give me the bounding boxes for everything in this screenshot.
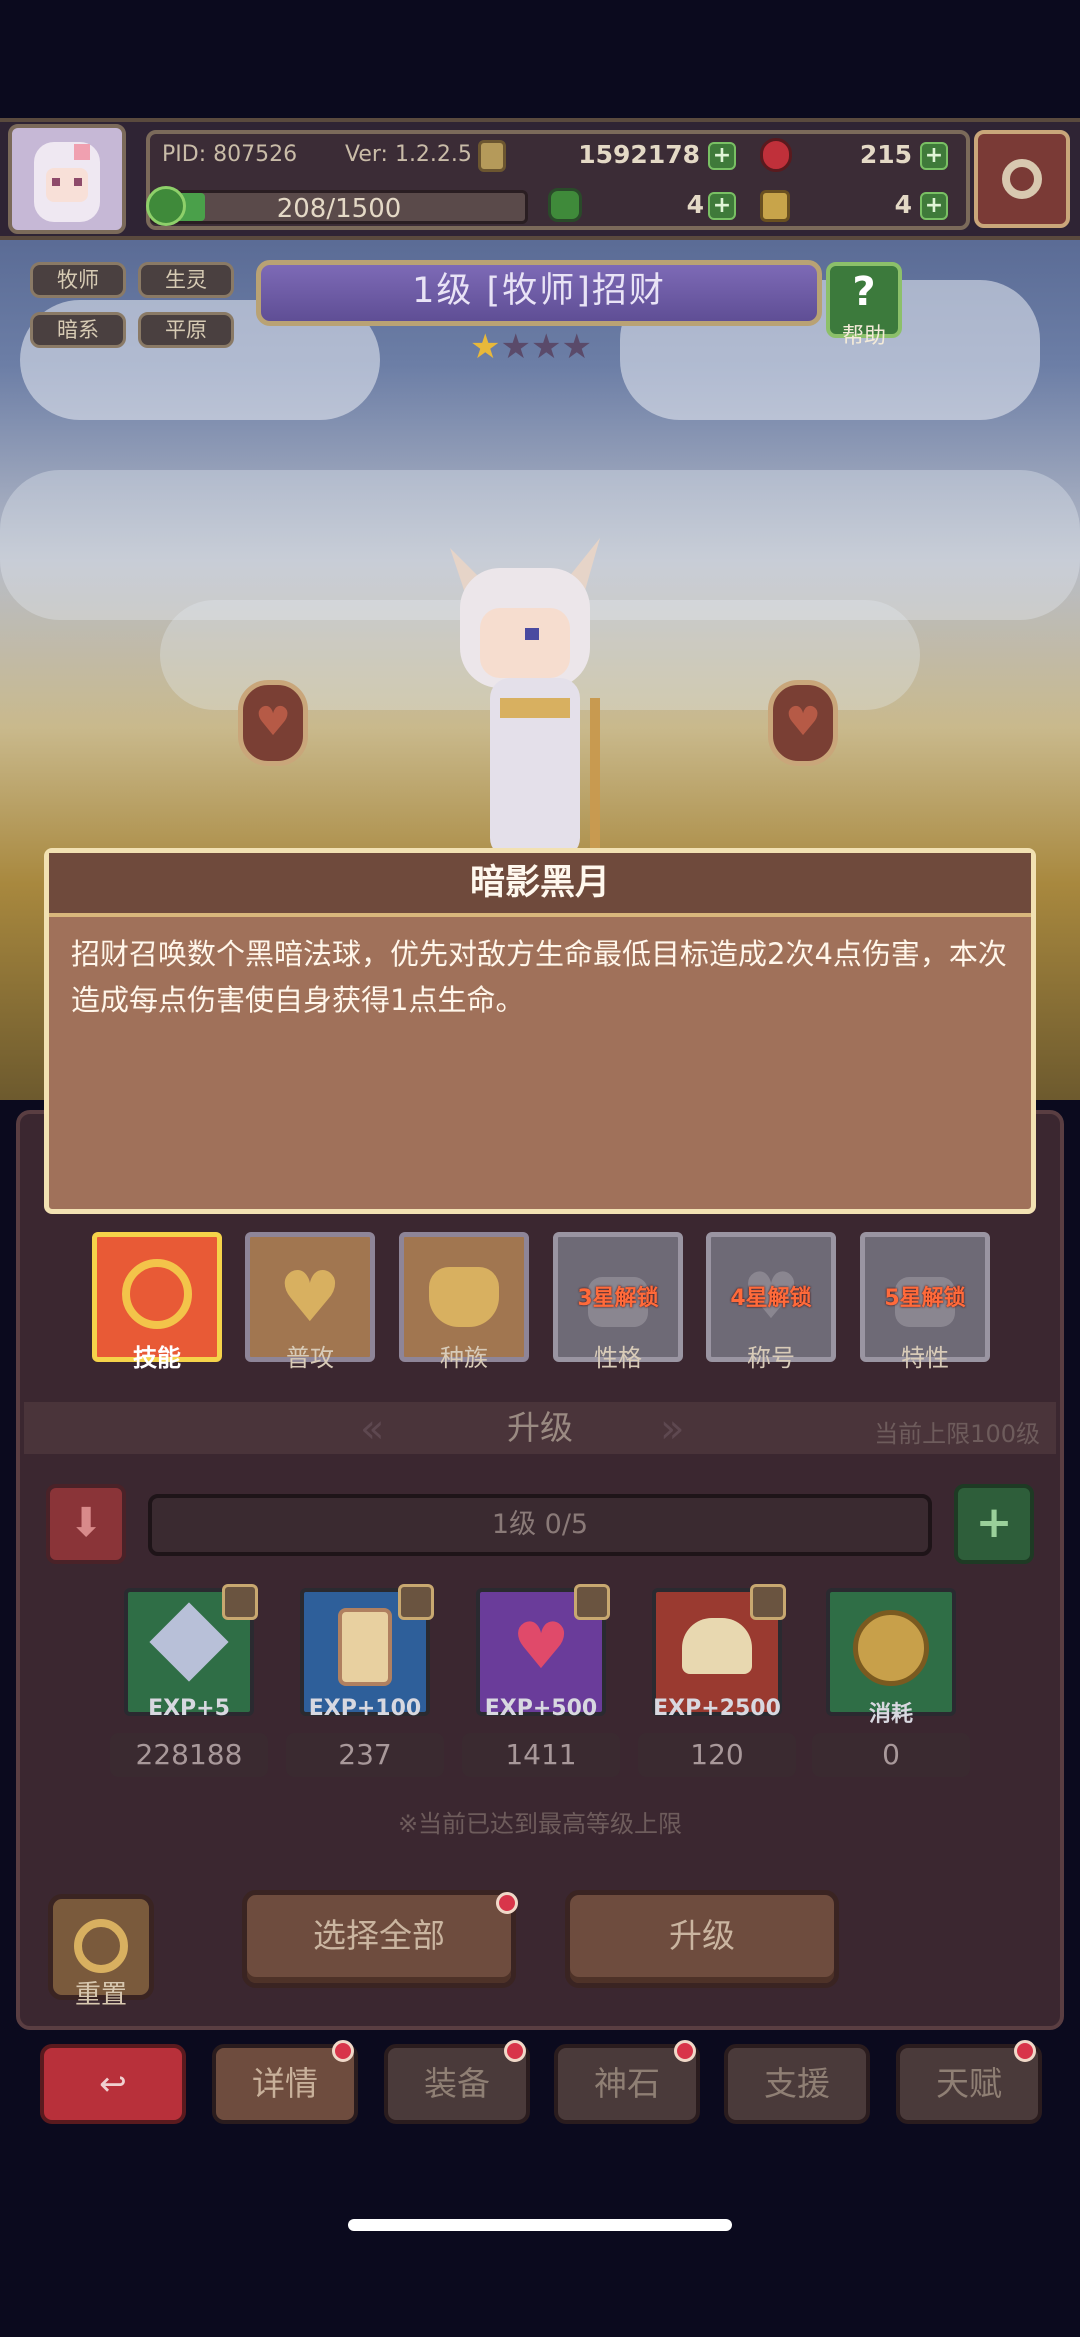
tab-attack-label: 普攻 (286, 1344, 334, 1372)
chevron-right-icon: » (660, 1406, 685, 1452)
avatar[interactable] (8, 124, 126, 234)
exp-item-count: 228188 (110, 1733, 268, 1777)
coin-icon (853, 1610, 929, 1686)
star-rating: ★★★★ (470, 330, 592, 364)
exp-item-count: 120 (638, 1733, 796, 1777)
hero-title: 1级 [牧师]招财 (256, 260, 822, 326)
chevron-left-icon: « (360, 1406, 385, 1452)
game-version: Ver: 1.2.2.5 (345, 142, 472, 167)
upgrade-section-title: 升级 (507, 1408, 573, 1447)
notification-dot (504, 2040, 526, 2062)
tag-class: 牧师 (30, 262, 126, 298)
upgrade-button[interactable]: 升级 (565, 1890, 839, 1988)
exp-item-label: EXP+100 (308, 1696, 422, 1721)
clover-count: 4 (686, 190, 704, 219)
prev-hero-button[interactable]: ♥ (238, 680, 308, 766)
key-icon (760, 190, 790, 222)
exp-item-label: EXP+2500 (653, 1696, 781, 1721)
nav-support[interactable]: 支援 (724, 2044, 870, 2124)
tag-terrain: 平原 (138, 312, 234, 348)
notification-dot (332, 2040, 354, 2062)
exp-text: 208/1500 (276, 194, 402, 224)
skill-name: 暗影黑月 (49, 853, 1031, 917)
tab-trait-label: 特性 (901, 1344, 949, 1372)
key-count: 4 (894, 190, 912, 219)
exp-item-count: 237 (286, 1733, 444, 1777)
add-gem-button[interactable]: + (920, 142, 948, 170)
skill-tooltip: 暗影黑月 招财召唤数个黑暗法球，优先对敌方生命最低目标造成2次4点伤害，本次造成… (44, 848, 1036, 1214)
lamp-icon (682, 1618, 752, 1674)
exp-item-label: EXP+500 (484, 1696, 598, 1721)
gem-amount: 215 (859, 140, 912, 169)
gold-amount: 1592178 (578, 140, 700, 169)
select-all-button[interactable]: 选择全部 (242, 1890, 516, 1988)
skill-description: 招财召唤数个黑暗法球，优先对敌方生命最低目标造成2次4点伤害，本次造成每点伤害使… (71, 937, 1007, 1017)
level-progress-bar: 1级 0/5 (148, 1494, 932, 1556)
decrease-level-button[interactable]: ⬇ (46, 1484, 126, 1564)
unlock-requirement: 3星解锁 (577, 1286, 659, 1311)
tag-race: 生灵 (138, 262, 234, 298)
cat-icon (429, 1267, 499, 1327)
lock-badge-icon (574, 1584, 610, 1620)
back-button[interactable]: ↩ (40, 2044, 186, 2124)
settings-button[interactable] (974, 130, 1070, 228)
tab-personality-label: 性格 (594, 1344, 642, 1372)
help-label: 帮助 (841, 324, 886, 349)
gear-icon (1002, 159, 1042, 199)
notification-dot (1014, 2040, 1036, 2062)
tag-element: 暗系 (30, 312, 126, 348)
add-gold-button[interactable]: + (708, 142, 736, 170)
star-empty-icon: ★ (530, 327, 562, 367)
reset-label: 重置 (74, 1980, 127, 2010)
tab-race-label: 种族 (440, 1344, 488, 1372)
unlock-requirement: 5星解锁 (884, 1286, 966, 1311)
level-limit-note: 当前上限100级 (874, 1420, 1040, 1448)
add-clover-button[interactable]: + (708, 192, 736, 220)
max-level-notice: ※当前已达到最高等级上限 (397, 1810, 683, 1838)
tab-title-label: 称号 (747, 1344, 795, 1372)
gem-icon (760, 138, 792, 172)
cost-count: 0 (812, 1733, 970, 1777)
unlock-requirement: 4星解锁 (730, 1286, 812, 1311)
star-empty-icon: ★ (561, 327, 592, 367)
notification-dot (496, 1892, 518, 1914)
skill-icon (122, 1259, 192, 1329)
lock-badge-icon (750, 1584, 786, 1620)
exp-item-count: 1411 (462, 1733, 620, 1777)
exp-item-label: EXP+5 (148, 1696, 230, 1721)
player-id: PID: 807526 (162, 142, 298, 167)
star-filled-icon: ★ (470, 327, 501, 367)
lock-badge-icon (398, 1584, 434, 1620)
next-hero-button[interactable]: ♥ (768, 680, 838, 766)
crystal-icon (149, 1602, 229, 1682)
potion-icon (338, 1608, 392, 1686)
lock-badge-icon (222, 1584, 258, 1620)
cost-label: 消耗 (868, 1702, 913, 1727)
star-empty-icon: ★ (500, 327, 531, 367)
clover-icon (548, 188, 582, 222)
home-indicator[interactable] (348, 2219, 732, 2231)
add-key-button[interactable]: + (920, 192, 948, 220)
increase-level-button[interactable]: + (954, 1484, 1034, 1564)
hero-sprite (430, 518, 620, 878)
gold-icon (478, 140, 506, 172)
reset-icon (74, 1919, 128, 1973)
notification-dot (674, 2040, 696, 2062)
tab-skill-label: 技能 (133, 1344, 181, 1372)
